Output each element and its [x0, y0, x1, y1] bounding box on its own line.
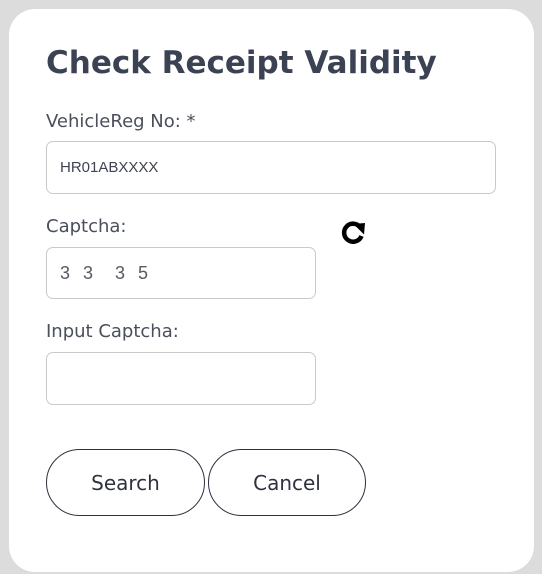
search-button[interactable]: Search — [46, 449, 205, 516]
vehicle-reg-input[interactable] — [46, 141, 496, 194]
receipt-validity-card: Check Receipt Validity VehicleReg No: * … — [9, 9, 534, 572]
cancel-button[interactable]: Cancel — [208, 449, 366, 516]
refresh-icon[interactable] — [338, 218, 368, 248]
captcha-label: Captcha: — [46, 216, 127, 237]
vehicle-reg-label: VehicleReg No: * — [46, 111, 196, 132]
captcha-display: 3 3 3 5 — [46, 247, 316, 299]
captcha-input[interactable] — [46, 352, 316, 405]
input-captcha-label: Input Captcha: — [46, 321, 179, 342]
page-title: Check Receipt Validity — [46, 45, 437, 81]
